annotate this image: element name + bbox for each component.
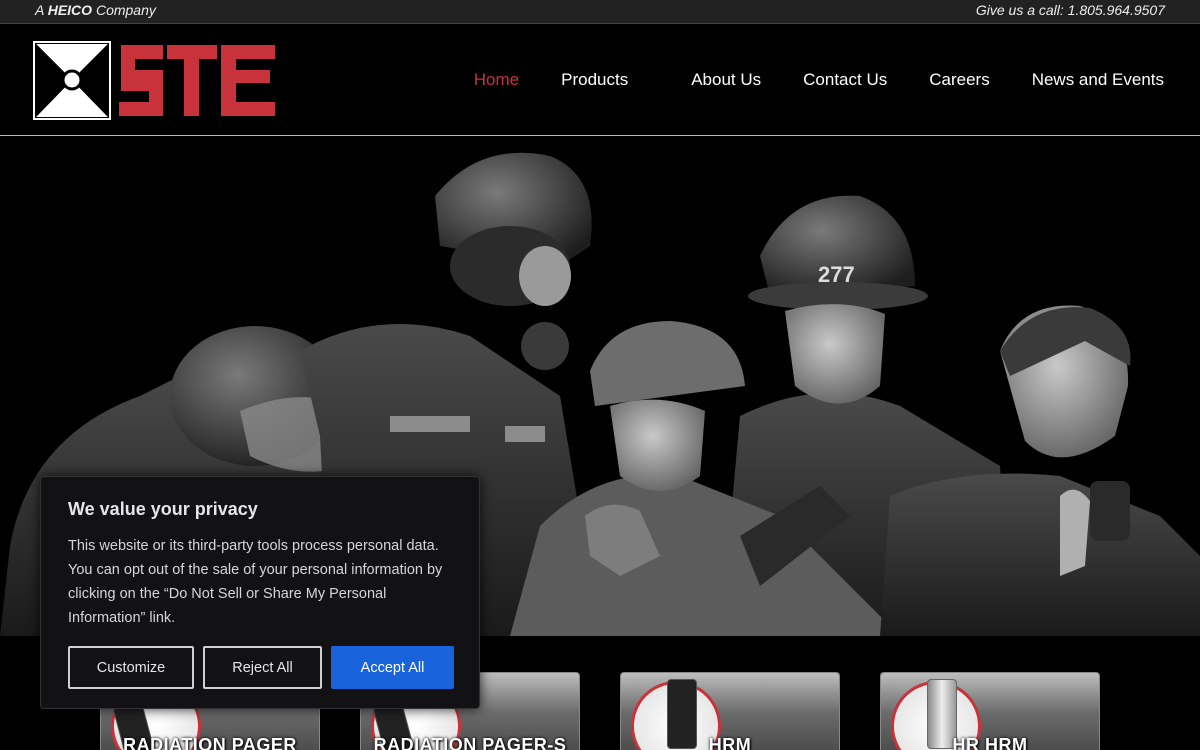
tagline-suffix: Company	[95, 2, 156, 18]
consent-title: We value your privacy	[68, 499, 258, 519]
product-label: RADIATION PAGER	[123, 735, 297, 750]
nav-news-and-events[interactable]: News and Events	[1032, 70, 1164, 90]
company-tagline: A HEICO Company	[35, 2, 156, 18]
accept-all-button[interactable]: Accept All	[331, 646, 454, 689]
product-card-hrm[interactable]: HRM	[620, 672, 840, 750]
product-card-hr-hrm[interactable]: HR HRM	[880, 672, 1100, 750]
customize-button[interactable]: Customize	[68, 646, 194, 689]
nav-careers[interactable]: Careers	[929, 70, 989, 90]
reject-all-button[interactable]: Reject All	[203, 646, 322, 689]
site-header: Home Products About Us Contact Us Career…	[0, 25, 1200, 136]
main-navigation: Home Products About Us Contact Us Career…	[474, 70, 1164, 90]
nav-home[interactable]: Home	[474, 70, 519, 90]
nav-about-us[interactable]: About Us	[691, 70, 761, 90]
tagline-company: HEICO	[47, 2, 93, 18]
consent-text: This website or its third-party tools pr…	[68, 538, 443, 626]
top-bar: A HEICO Company Give us a call: 1.805.96…	[0, 0, 1200, 24]
nav-products[interactable]: Products	[561, 70, 628, 90]
product-label: HR HRM	[952, 735, 1028, 750]
helmet-number: 277	[818, 262, 855, 287]
phone-contact[interactable]: Give us a call: 1.805.964.9507	[976, 2, 1165, 18]
product-label: RADIATION PAGER-S	[373, 735, 567, 750]
product-label: HRM	[708, 735, 752, 750]
cookie-consent-banner: We value your privacy This website or it…	[40, 476, 480, 709]
ste-logo[interactable]	[33, 41, 283, 121]
nav-contact-us[interactable]: Contact Us	[803, 70, 887, 90]
tagline-prefix: A	[35, 2, 44, 18]
